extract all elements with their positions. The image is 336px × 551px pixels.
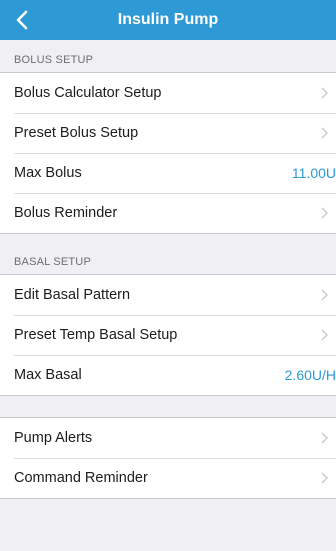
max-bolus-value: 11.00U (291, 165, 336, 181)
pump-alerts-row[interactable]: Pump Alerts (0, 418, 336, 458)
chevron-left-icon (16, 10, 28, 30)
preset-temp-basal-setup-row[interactable]: Preset Temp Basal Setup (0, 315, 336, 355)
row-label: Command Reminder (14, 470, 148, 486)
section-header-basal: BASAL SETUP (14, 256, 91, 268)
max-basal-value: 2.60U/H (284, 367, 336, 383)
chevron-right-icon (321, 127, 328, 139)
bolus-calculator-setup-row[interactable]: Bolus Calculator Setup (0, 73, 336, 113)
row-label: Edit Basal Pattern (14, 287, 131, 303)
page-title: Insulin Pump (117, 11, 219, 28)
row-label: Preset Temp Basal Setup (14, 327, 178, 343)
preset-bolus-setup-row[interactable]: Preset Bolus Setup (0, 113, 336, 153)
chevron-right-icon (321, 472, 328, 484)
chevron-right-icon (321, 207, 328, 219)
row-label: Max Bolus (14, 165, 82, 181)
chevron-right-icon (321, 87, 328, 99)
row-label: Preset Bolus Setup (14, 125, 139, 141)
row-label: Bolus Calculator Setup (14, 85, 162, 101)
max-basal-row[interactable]: Max Basal 2.60U/H (0, 355, 336, 395)
bolus-setup-group: Bolus Calculator Setup Preset Bolus Setu… (0, 72, 336, 234)
basal-setup-group: Edit Basal Pattern Preset Temp Basal Set… (0, 274, 336, 396)
chevron-right-icon (321, 432, 328, 444)
bolus-reminder-row[interactable]: Bolus Reminder (0, 193, 336, 233)
row-label: Pump Alerts (14, 430, 93, 446)
max-bolus-row[interactable]: Max Bolus 11.00U (0, 153, 336, 193)
chevron-right-icon (321, 289, 328, 301)
row-label: Bolus Reminder (14, 205, 118, 221)
edit-basal-pattern-row[interactable]: Edit Basal Pattern (0, 275, 336, 315)
alerts-group: Pump Alerts Command Reminder (0, 417, 336, 499)
chevron-right-icon (321, 329, 328, 341)
section-header-bolus: BOLUS SETUP (14, 54, 94, 66)
command-reminder-row[interactable]: Command Reminder (0, 458, 336, 498)
nav-bar: Insulin Pump (0, 0, 336, 40)
back-button[interactable] (0, 0, 44, 40)
